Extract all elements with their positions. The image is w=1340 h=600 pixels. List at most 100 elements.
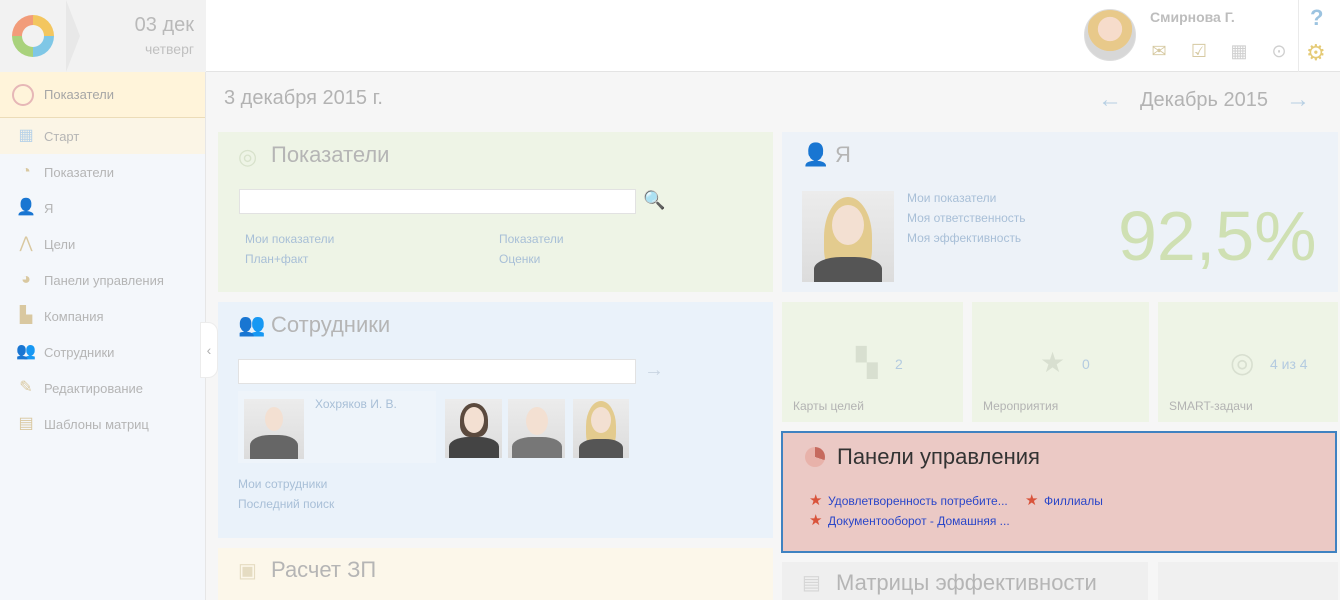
sidebar-item-dashboards[interactable]: ◕ Панели управления [0, 262, 205, 298]
tile-events[interactable]: ★ 0 Мероприятия [972, 302, 1149, 422]
user-avatar[interactable] [1084, 9, 1136, 61]
link-my-employees[interactable]: Мои сотрудники [238, 477, 327, 491]
edit-icon: ✎ [19, 379, 33, 396]
link-ratings[interactable]: Оценки [499, 252, 540, 266]
sidebar-item-label: Компания [44, 308, 104, 324]
dashboard-link[interactable]: Удовлетворенность потребите... [828, 494, 1008, 508]
efficiency-percent: 92,5% [1118, 197, 1317, 275]
month-label: Декабрь 2015 [1140, 88, 1269, 111]
tile-goal-maps[interactable]: ▚ 2 Карты целей [782, 302, 963, 422]
photo-suit [250, 435, 298, 459]
sidebar-item-editing[interactable]: ✎ Редактирование [0, 370, 205, 406]
logo-chevron [66, 0, 80, 72]
page-date: 3 декабря 2015 г. [224, 87, 383, 109]
photo-suit [449, 437, 499, 458]
sidebar-item-employees[interactable]: 👥 Сотрудники [0, 334, 205, 370]
photo-face [591, 407, 611, 433]
favorite-star-icon[interactable]: ★ [1025, 493, 1038, 508]
sidebar-item-label: Цели [44, 236, 76, 252]
dropdown-icon[interactable]: ⊙ [1268, 40, 1290, 62]
app-logo-icon[interactable] [12, 15, 54, 57]
employee-name[interactable]: Хохряков И. В. [315, 397, 397, 411]
panel-title: Я [835, 142, 851, 167]
dashboard-link[interactable]: Документооборот - Домашняя ... [828, 514, 1010, 528]
panel-pokazateli: ◎ Показатели 🔍 Мои показатели Показатели… [218, 132, 773, 292]
photo-face [832, 205, 864, 245]
tile-label: Мероприятия [983, 399, 1059, 413]
people-icon: 👥 [238, 312, 266, 337]
tile-count: 4 из 4 [1270, 356, 1308, 372]
link-my-indicators[interactable]: Мои показатели [907, 191, 996, 205]
target-icon: ◎ [1230, 347, 1255, 378]
star-icon: ★ [1040, 347, 1066, 378]
employee-photo[interactable] [445, 399, 502, 458]
sidebar-item-label: Сотрудники [44, 344, 115, 360]
panel-title: Матрицы эффективности [836, 570, 1097, 595]
sidebar: Показатели ▦ Старт ◔ Показатели 👤 Я ⋀ Це… [0, 72, 206, 600]
favorite-star-icon[interactable]: ★ [809, 493, 822, 508]
gauge-icon: ◎ [238, 144, 258, 169]
sidebar-item-label: Редактирование [44, 380, 144, 396]
month-navigation: ← Декабрь 2015 → [1098, 88, 1310, 112]
sidebar-section-header[interactable]: Показатели [0, 72, 205, 118]
featured-employee-card[interactable]: Хохряков И. В. [238, 391, 436, 463]
next-month-arrow-icon[interactable]: → [1286, 88, 1310, 112]
sidebar-item-company[interactable]: ▙ Компания [0, 298, 205, 334]
header-separator [1298, 0, 1299, 72]
piechart-icon [805, 447, 825, 467]
piechart-icon: ◕ [21, 271, 31, 288]
photo-face [265, 407, 283, 431]
tile-smart-tasks[interactable]: ◎ 4 из 4 SMART-задачи [1158, 302, 1338, 422]
link-indicators[interactable]: Показатели [499, 232, 564, 246]
sidebar-section-title: Показатели [44, 87, 114, 102]
link-last-search[interactable]: Последний поиск [238, 497, 334, 511]
factory-icon: ▙ [19, 307, 33, 324]
sidebar-item-label: Я [44, 200, 54, 216]
sidebar-item-goals[interactable]: ⋀ Цели [0, 226, 205, 262]
user-name[interactable]: Смирнова Г. [1150, 9, 1235, 25]
employee-photo [244, 399, 304, 459]
tile-count: 0 [1082, 356, 1090, 372]
panel-dashboards: Панели управления ★ Удовлетворенность по… [781, 431, 1337, 553]
search-icon[interactable]: 🔍 [643, 190, 665, 211]
employee-photo[interactable] [508, 399, 565, 458]
sidebar-item-label: Старт [44, 128, 80, 144]
wallet-icon: ▣ [238, 560, 257, 582]
link-my-efficiency[interactable]: Моя эффективность [907, 231, 1021, 245]
people-icon: 👥 [16, 343, 36, 360]
favorite-star-icon[interactable]: ★ [809, 513, 822, 528]
sidebar-item-start[interactable]: ▦ Старт [0, 118, 205, 154]
tasks-icon[interactable]: ☑ [1188, 40, 1210, 62]
mail-icon[interactable]: ✉ [1148, 40, 1170, 62]
gauge-icon: ◔ [21, 163, 31, 180]
dashboard-link[interactable]: Филлиалы [1044, 494, 1103, 508]
user-photo[interactable] [802, 191, 894, 282]
top-header: 03 дек четверг Смирнова Г. ✉ ☑ ▦ ⊙ ? ⚙ [0, 0, 1340, 72]
help-icon[interactable]: ? [1310, 5, 1323, 31]
logo-area[interactable]: 03 дек четверг [0, 0, 206, 72]
link-plan-fact[interactable]: План+факт [245, 252, 308, 266]
photo-face [464, 407, 484, 433]
indicators-search-input[interactable] [239, 189, 636, 214]
header-weekday: четверг [145, 41, 194, 57]
grid-icon: ▦ [18, 127, 34, 144]
settings-gear-icon[interactable]: ⚙ [1306, 40, 1326, 66]
sidebar-item-pokazateli[interactable]: ◔ Показатели [0, 154, 205, 190]
employee-select[interactable] [238, 359, 636, 384]
link-my-responsibility[interactable]: Моя ответственность [907, 211, 1026, 225]
calendar-icon[interactable]: ▦ [1228, 40, 1250, 62]
prev-month-arrow-icon[interactable]: ← [1098, 88, 1122, 112]
panel-sotrudniki: 👥 Сотрудники → Хохряков И. В. Мои сотруд… [218, 302, 773, 538]
sidebar-item-ya[interactable]: 👤 Я [0, 190, 205, 226]
link-my-indicators[interactable]: Мои показатели [245, 232, 334, 246]
header-date: 03 дек [134, 14, 194, 36]
employee-photo[interactable] [573, 399, 629, 458]
sidebar-collapse-chevron-icon[interactable]: ‹ [200, 322, 218, 378]
person-icon: 👤 [802, 142, 830, 167]
tile-label: SMART-задачи [1169, 399, 1253, 413]
panel-title: Сотрудники [271, 312, 391, 337]
panel-ya: 👤 Я Мои показатели Моя ответственность М… [782, 132, 1338, 292]
sidebar-item-matrix-templates[interactable]: ▤ Шаблоны матриц [0, 406, 205, 442]
go-arrow-icon[interactable]: → [644, 359, 664, 382]
map-icon: ▚ [856, 347, 878, 378]
